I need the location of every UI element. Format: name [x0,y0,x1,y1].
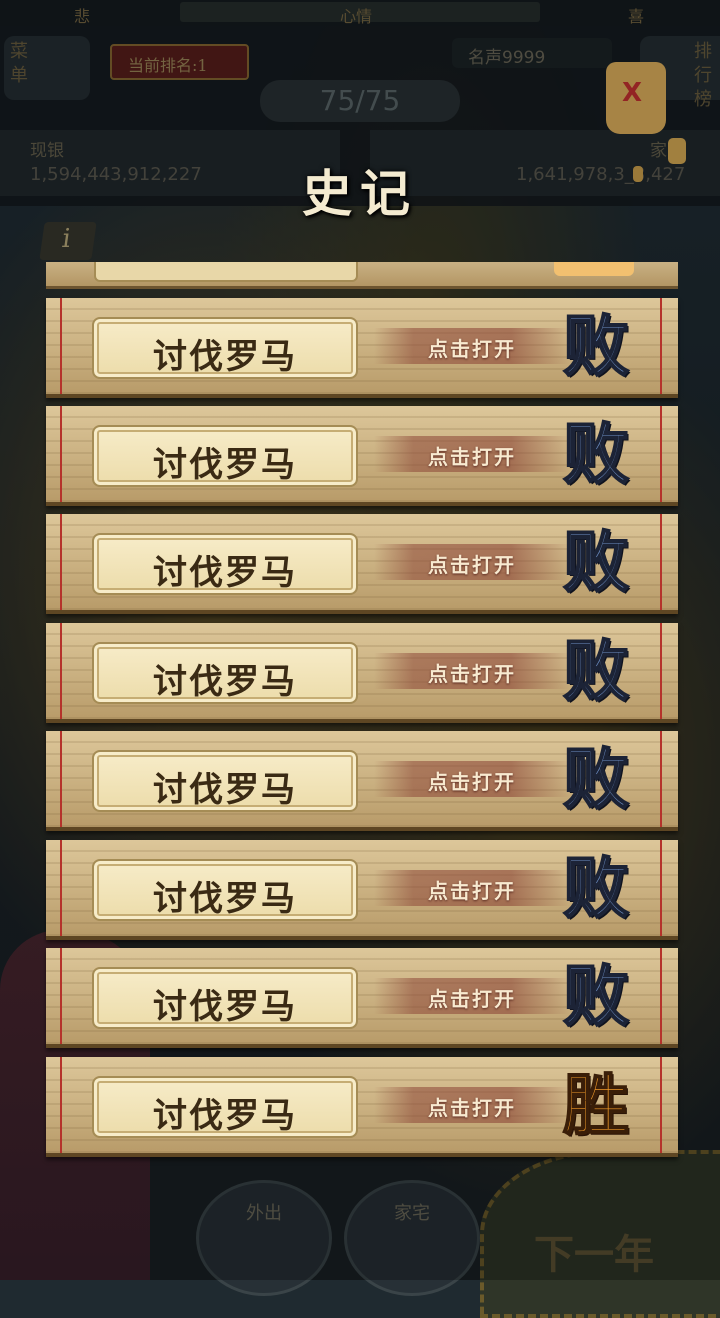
record-name: 讨伐罗马 [153,1096,297,1136]
record-row[interactable]: 讨伐罗马 点击打开 败 [46,514,678,614]
defeat-mark: 败 [562,956,630,1036]
record-row[interactable]: 讨伐罗马 点击打开 败 [46,948,678,1048]
record-name: 讨伐罗马 [153,337,297,377]
record-name: 讨伐罗马 [153,987,297,1027]
record-name: 讨伐罗马 [153,879,297,919]
open-record-label: 点击打开 [428,987,516,1011]
record-row[interactable]: 讨伐罗马 点击打开 败 [46,731,678,831]
record-row[interactable]: 讨伐罗马 点击打开 败 [46,406,678,506]
open-record-button[interactable]: 点击打开 [374,1087,570,1123]
open-record-label: 点击打开 [428,337,516,361]
record-row[interactable]: 讨伐罗马 点击打开 败 [46,840,678,940]
open-record-button[interactable]: 点击打开 [374,761,570,797]
open-record-button[interactable]: 点击打开 [374,436,570,472]
record-name-plate: 讨伐罗马 [92,1076,358,1138]
record-row[interactable]: 讨伐罗马 点击打开 败 [46,623,678,723]
open-record-label: 点击打开 [428,553,516,577]
open-record-label: 点击打开 [428,1096,516,1120]
open-record-button[interactable]: 点击打开 [374,328,570,364]
defeat-mark: 败 [562,306,630,386]
open-record-label: 点击打开 [428,770,516,794]
open-record-button[interactable]: 点击打开 [374,870,570,906]
open-record-button[interactable]: 点击打开 [374,653,570,689]
record-name-plate: 讨伐罗马 [92,967,358,1029]
open-record-button[interactable]: 点击打开 [374,978,570,1014]
record-name-plate: 讨伐罗马 [92,425,358,487]
open-record-label: 点击打开 [428,662,516,686]
partial-record-row [46,262,678,289]
record-name-plate: 讨伐罗马 [92,642,358,704]
defeat-mark: 败 [562,414,630,494]
record-name-plate: 讨伐罗马 [92,750,358,812]
record-name: 讨伐罗马 [153,770,297,810]
partial-result-mark [554,262,634,276]
record-row[interactable]: 讨伐罗马 点击打开 胜 [46,1057,678,1157]
history-record-list[interactable]: 讨伐罗马 点击打开败讨伐罗马 点击打开败讨伐罗马 点击打开败讨伐罗马 点击打开败讨伐罗马… [46,262,678,1162]
open-record-label: 点击打开 [428,879,516,903]
open-record-label: 点击打开 [428,445,516,469]
record-name-plate: 讨伐罗马 [92,533,358,595]
victory-mark: 胜 [562,1065,630,1145]
record-name: 讨伐罗马 [153,662,297,702]
record-name-plate: 讨伐罗马 [92,859,358,921]
dialog-title: 史记 [302,164,418,223]
partial-name-plate [94,262,358,282]
record-name: 讨伐罗马 [153,445,297,485]
record-name-plate: 讨伐罗马 [92,317,358,379]
defeat-mark: 败 [562,848,630,928]
record-row[interactable]: 讨伐罗马 点击打开 败 [46,298,678,398]
defeat-mark: 败 [562,522,630,602]
defeat-mark: 败 [562,739,630,819]
defeat-mark: 败 [562,631,630,711]
record-name: 讨伐罗马 [153,553,297,593]
open-record-button[interactable]: 点击打开 [374,544,570,580]
